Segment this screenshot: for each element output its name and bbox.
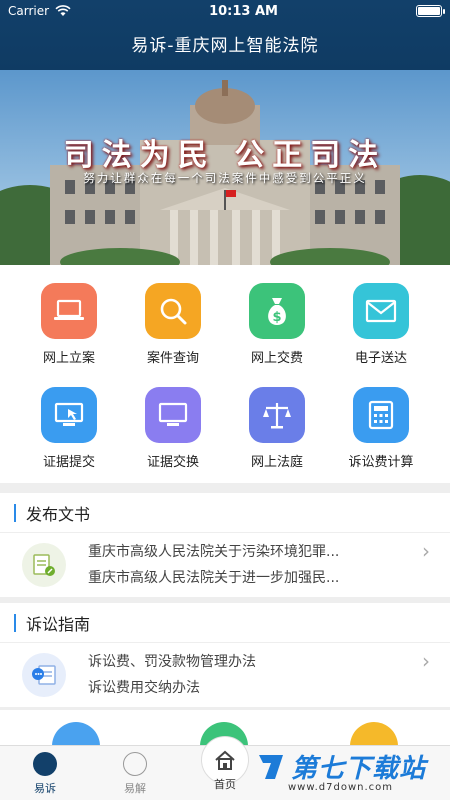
grid-item-e-delivery[interactable]: 电子送达: [331, 283, 431, 366]
section-title: 发布文书: [26, 504, 91, 524]
chat-document-icon: [22, 653, 66, 697]
grid-icon-tile: [353, 283, 409, 339]
watermark-url: www.d7down.com: [288, 782, 394, 793]
section-accent-bar: [14, 503, 16, 522]
grid-label: 诉讼费计算: [348, 455, 414, 470]
svg-text:$: $: [272, 310, 281, 325]
tab-label: 易诉: [34, 782, 56, 795]
list-item[interactable]: 诉讼费用交纳办法: [88, 677, 398, 697]
envelope-icon: [365, 299, 397, 323]
chevron-right-icon: ›: [422, 539, 430, 563]
laptop-icon: [54, 299, 84, 320]
carrier-label: Carrier: [8, 4, 50, 18]
battery-icon: [415, 5, 445, 17]
section-header: 诉讼指南: [0, 603, 450, 643]
scales-icon: [263, 403, 291, 429]
wifi-icon: [55, 5, 71, 16]
function-grid: 网上立案 案件查询 $ 网上交费 电子送达 证据提交 证据交换 网上法庭 诉讼费…: [0, 265, 450, 483]
monitor-icon: [158, 402, 188, 426]
section-accent-bar: [14, 613, 16, 632]
grid-item-evidence-submit[interactable]: 证据提交: [19, 387, 119, 470]
page-title: 易诉-重庆网上智能法院: [131, 36, 319, 56]
tab-label: 首页: [214, 778, 236, 791]
grid-icon-tile: [249, 387, 305, 443]
grid-item-online-court[interactable]: 网上法庭: [227, 387, 327, 470]
list-item[interactable]: 重庆市高级人民法院关于进一步加强民...: [88, 567, 398, 587]
tab-yisu[interactable]: 易诉: [5, 752, 85, 796]
grid-item-online-filing[interactable]: 网上立案: [19, 283, 119, 366]
grid-item-case-query[interactable]: 案件查询: [123, 283, 223, 366]
watermark-logo-icon: [259, 754, 283, 779]
litigation-guide-list[interactable]: 诉讼费、罚没款物管理办法 诉讼费用交纳办法 ›: [0, 643, 450, 707]
home-icon: [215, 750, 235, 770]
grid-item-fee-calculator[interactable]: 诉讼费计算: [331, 387, 431, 470]
document-edit-icon: [22, 543, 66, 587]
grid-icon-tile: $: [249, 283, 305, 339]
yijie-icon: [123, 752, 147, 776]
published-documents-list[interactable]: 重庆市高级人民法院关于污染环境犯罪... 重庆市高级人民法院关于进一步加强民..…: [0, 533, 450, 597]
grid-icon-tile: [41, 283, 97, 339]
section-title: 诉讼指南: [26, 614, 91, 634]
list-item[interactable]: 诉讼费、罚没款物管理办法: [88, 651, 398, 671]
grid-item-online-payment[interactable]: $ 网上交费: [227, 283, 327, 366]
grid-icon-tile: [41, 387, 97, 443]
grid-icon-tile: [353, 387, 409, 443]
monitor-click-icon: [54, 402, 84, 426]
watermark-text: 第七下载站: [291, 754, 427, 784]
grid-item-evidence-exchange[interactable]: 证据交换: [123, 387, 223, 470]
grid-label: 证据交换: [146, 455, 199, 470]
banner-subtitle: 努力让群众在每一个司法案件中感受到公平正义: [83, 171, 367, 185]
grid-label: 网上交费: [250, 351, 303, 366]
section-litigation-guide: 诉讼指南 诉讼费、罚没款物管理办法 诉讼费用交纳办法 ›: [0, 603, 450, 707]
section-header: 发布文书: [0, 493, 450, 533]
tab-label: 易解: [124, 782, 146, 795]
calculator-icon: [368, 400, 394, 430]
grid-icon-tile: [145, 387, 201, 443]
grid-label: 网上法庭: [250, 455, 303, 470]
status-bar: Carrier 10:13 AM: [0, 0, 450, 22]
yisu-icon: [33, 752, 57, 776]
grid-label: 证据提交: [42, 455, 95, 470]
watermark-logo: 第七下载站 www.d7down.com: [255, 748, 427, 793]
status-time: 10:13 AM: [209, 3, 278, 19]
section-published-documents: 发布文书 重庆市高级人民法院关于污染环境犯罪... 重庆市高级人民法院关于进一步…: [0, 493, 450, 597]
grid-label: 电子送达: [354, 351, 407, 366]
tab-yijie[interactable]: 易解: [95, 752, 175, 796]
list-item[interactable]: 重庆市高级人民法院关于污染环境犯罪...: [88, 541, 398, 561]
chevron-right-icon: ›: [422, 649, 430, 673]
money-bag-icon: $: [268, 298, 286, 325]
banner[interactable]: 司法为民 公正司法 努力让群众在每一个司法案件中感受到公平正义: [0, 70, 450, 265]
grid-icon-tile: [145, 283, 201, 339]
search-icon: [160, 298, 187, 325]
grid-label: 案件查询: [146, 351, 199, 366]
banner-slogan: 司法为民 公正司法: [63, 138, 387, 173]
app-header: Carrier 10:13 AM 易诉-重庆网上智能法院: [0, 0, 450, 70]
grid-label: 网上立案: [42, 351, 95, 366]
